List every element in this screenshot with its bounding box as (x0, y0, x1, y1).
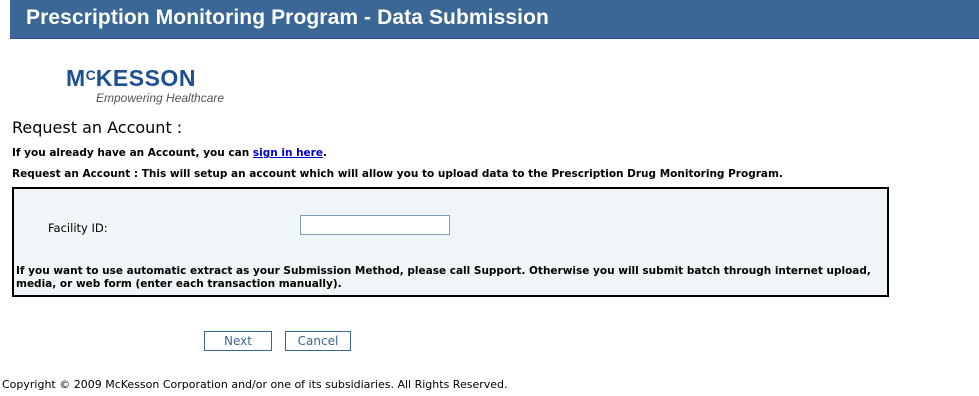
signin-prefix: If you already have an Account, you can (12, 147, 253, 159)
mckesson-logo: MCKESSON Empowering Healthcare (66, 63, 226, 108)
header-bar: Prescription Monitoring Program - Data S… (10, 0, 979, 39)
cancel-button[interactable]: Cancel (285, 331, 351, 351)
logo-superscript: C (85, 67, 96, 83)
signin-suffix: . (322, 147, 327, 159)
next-button[interactable]: Next (204, 331, 272, 351)
submission-method-note: If you want to use automatic extract as … (16, 265, 871, 290)
sign-in-link[interactable]: sign in here (253, 147, 323, 159)
facility-id-label: Facility ID: (48, 221, 108, 235)
logo-rest: KESSON (95, 65, 196, 91)
request-account-heading: Request an Account : (12, 118, 183, 137)
logo-tagline: Empowering Healthcare (96, 91, 225, 105)
facility-id-input[interactable] (300, 215, 450, 235)
signin-prompt: If you already have an Account, you can … (12, 147, 327, 159)
page: Prescription Monitoring Program - Data S… (0, 0, 979, 396)
logo-wordmark: MCKESSON (66, 63, 226, 90)
request-description: Request an Account : This will setup an … (12, 168, 783, 180)
copyright-footer: Copyright © 2009 McKesson Corporation an… (2, 378, 508, 391)
request-form: Facility ID: If you want to use automati… (12, 187, 889, 297)
logo-prefix: M (66, 65, 86, 91)
page-title: Prescription Monitoring Program - Data S… (26, 6, 549, 29)
